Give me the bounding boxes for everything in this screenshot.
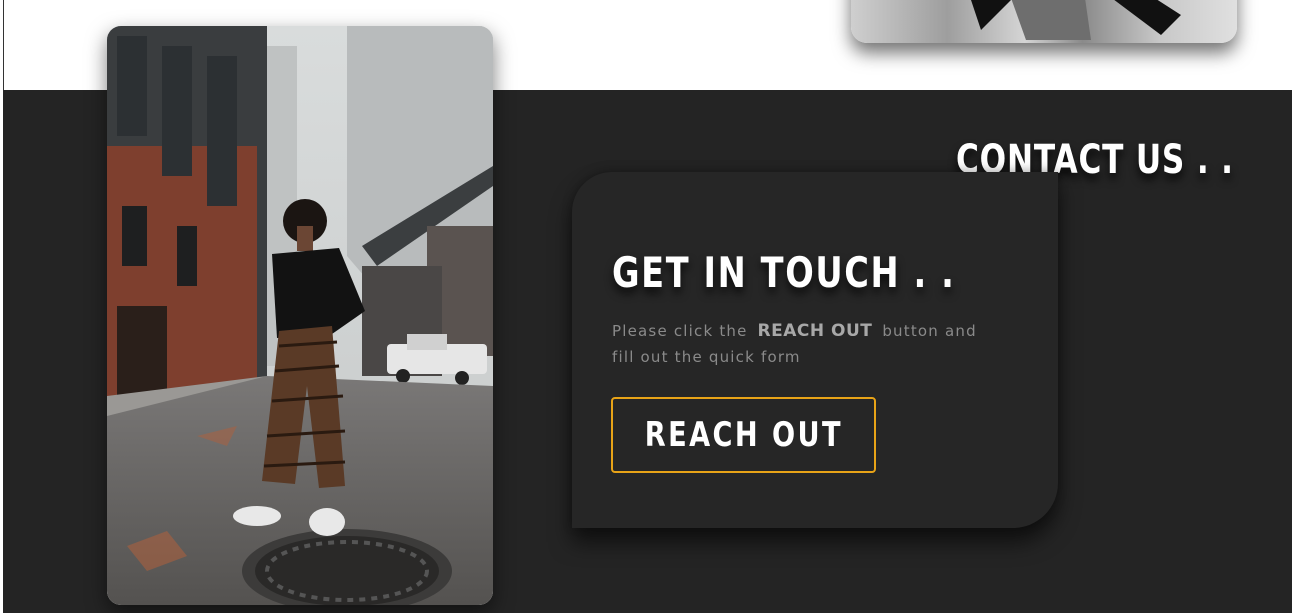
reach-out-button-label: REACH OUT bbox=[644, 415, 843, 455]
get-in-touch-card: GET IN TOUCH . . Please click the REACH … bbox=[572, 172, 1058, 528]
top-photo-graphic bbox=[971, 0, 1181, 40]
reach-out-button[interactable]: REACH OUT bbox=[611, 397, 876, 473]
street-photo-graphic bbox=[107, 26, 493, 605]
page-left-border bbox=[3, 0, 4, 90]
top-fashion-photo bbox=[851, 0, 1237, 43]
get-in-touch-description: Please click the REACH OUT button and fi… bbox=[612, 318, 992, 370]
description-text-start: Please click the bbox=[612, 322, 748, 340]
street-fashion-photo bbox=[107, 26, 493, 605]
description-highlight: REACH OUT bbox=[757, 321, 873, 341]
get-in-touch-heading: GET IN TOUCH . . bbox=[612, 248, 956, 297]
